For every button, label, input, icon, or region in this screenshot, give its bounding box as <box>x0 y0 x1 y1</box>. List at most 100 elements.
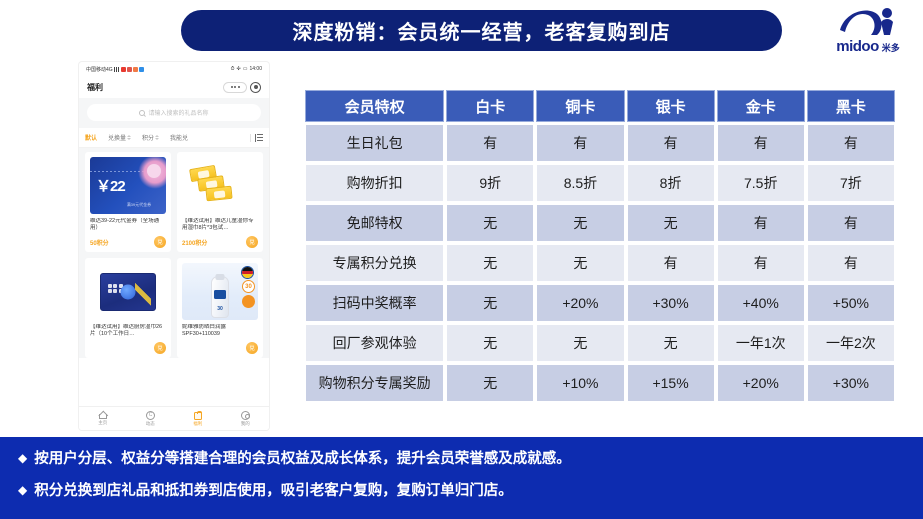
midoo-logo-icon <box>840 8 893 35</box>
user-icon <box>240 410 250 420</box>
tab-redeemable[interactable]: 我能兑 <box>170 133 188 142</box>
kitchen-wipes-art <box>99 272 157 311</box>
table-header-cell: 会员特权 <box>305 90 445 122</box>
tab-exchange-volume[interactable]: 兑换量 <box>108 133 132 142</box>
nav-item-welfare[interactable]: 福利 <box>193 411 203 427</box>
row-value: 9折 <box>446 164 535 202</box>
row-feature: 专属积分兑换 <box>305 244 445 282</box>
row-value: 有 <box>446 124 535 162</box>
row-value: +20% <box>716 364 805 402</box>
gift-card[interactable]: 30 30 妮维雅防晒白润露SPF30+110039 兑 <box>177 258 263 358</box>
gift-image <box>90 263 166 320</box>
bullet-text: 按用户分层、权益分等搭建合理的会员权益及成长体系，提升会员荣誉感及成就感。 <box>34 451 571 467</box>
redeem-button[interactable]: 兑 <box>154 236 166 248</box>
nav-label: 主页 <box>98 420 108 425</box>
row-value: 无 <box>536 324 625 362</box>
nav-label: 我的 <box>240 420 250 426</box>
redeem-button[interactable]: 兑 <box>246 236 258 248</box>
tab-points[interactable]: 积分 <box>142 133 160 142</box>
sunscreen-art: 30 30 <box>182 263 258 320</box>
app-badge-icon <box>120 66 126 72</box>
row-value: 无 <box>446 324 535 362</box>
tab-default[interactable]: 默认 <box>85 133 97 142</box>
row-value: 无 <box>626 324 715 362</box>
row-value: 无 <box>626 204 715 242</box>
promo-badge <box>242 295 255 308</box>
table-header-cell: 银卡 <box>626 90 715 122</box>
bullet-text: 积分兑换到店礼品和抵扣券到店使用，吸引老客户复购，复购订单归门店。 <box>34 483 513 500</box>
row-feature: 生日礼包 <box>305 124 445 162</box>
gift-title: 维达39-22元代金券（全场通用） <box>90 218 160 232</box>
layout-toggle-icon[interactable] <box>255 133 263 142</box>
nav-label: 动态 <box>145 420 155 426</box>
redeem-button[interactable]: 兑 <box>246 342 258 354</box>
sort-caret-icon <box>155 135 160 140</box>
row-value: 无 <box>446 284 535 322</box>
redeem-button[interactable]: 兑 <box>154 342 166 354</box>
row-value: +50% <box>806 284 895 322</box>
row-value: +20% <box>536 284 625 322</box>
gift-title: 【维达试用】维达厨房湿巾26片（10个工作日… <box>90 324 163 338</box>
spf-badge: 30 <box>242 280 255 293</box>
home-icon <box>98 414 107 419</box>
gift-card-grid: ￥22 满39元代金券 维达39-22元代金券（全场通用） 50积分 兑 【维达… <box>79 148 269 358</box>
brand-logo: midoo 米多 <box>827 4 909 62</box>
gift-card[interactable]: ￥22 满39元代金券 维达39-22元代金券（全场通用） 50积分 兑 <box>85 152 171 252</box>
germany-flag-icon <box>241 266 254 279</box>
row-value: 有 <box>716 124 805 162</box>
row-value: 有 <box>626 244 715 282</box>
app-badge-icon <box>132 66 138 72</box>
table-header-cell: 黑卡 <box>806 90 895 122</box>
bullet-item: ◆ 积分兑换到店礼品和抵扣券到店使用，吸引老客户复购，复购订单归门店。 <box>18 482 905 500</box>
phone-status-bar: 中国移动4G ⏱ ✣ ▭ 14:00 <box>79 62 269 76</box>
table-header-cell: 金卡 <box>716 90 805 122</box>
search-zone: 请输入搜索的礼品名称 <box>79 98 269 128</box>
gift-title: 【维达试用】维达儿童湿你专用湿巾8片*3包试… <box>182 218 254 232</box>
row-feature: 购物积分专属奖励 <box>305 364 445 402</box>
gift-points: 50积分 <box>90 240 109 247</box>
gift-title: 妮维雅防晒白润露SPF30+110039 <box>182 324 227 338</box>
more-menu-button[interactable] <box>223 81 247 93</box>
row-value: 有 <box>626 124 715 162</box>
table-header-row: 会员特权 白卡 铜卡 银卡 金卡 黑卡 <box>305 90 895 122</box>
slide-title-banner: 深度粉销：会员统一经营，老客复购到店 <box>181 10 782 51</box>
gift-icon <box>193 411 203 420</box>
row-value: +40% <box>716 284 805 322</box>
row-value: 无 <box>446 364 535 402</box>
logo-text-en: midoo <box>836 38 879 55</box>
row-value: 无 <box>536 244 625 282</box>
bullet-item: ◆ 按用户分层、权益分等搭建合理的会员权益及成长体系，提升会员荣誉感及成就感。 <box>18 450 905 468</box>
app-title: 福利 <box>87 82 103 92</box>
row-value: 有 <box>806 244 895 282</box>
coupon-subtitle: 满39元代金券 <box>126 202 152 207</box>
signal-icon <box>113 66 120 72</box>
nav-item-activity[interactable]: 动态 <box>145 410 155 427</box>
diamond-bullet-icon: ◆ <box>18 451 28 465</box>
battery-icon: ▭ <box>242 66 248 72</box>
row-value: +30% <box>806 364 895 402</box>
logo-text-cn: 米多 <box>881 43 900 53</box>
table-row: 扫码中奖概率 无 +20% +30% +40% +50% <box>305 284 895 322</box>
close-miniapp-icon[interactable] <box>250 81 261 93</box>
search-placeholder-text: 请输入搜索的礼品名称 <box>148 111 209 117</box>
summary-band: ◆ 按用户分层、权益分等搭建合理的会员权益及成长体系，提升会员荣誉感及成就感。 … <box>0 437 923 519</box>
table-header-cell: 铜卡 <box>536 90 625 122</box>
sort-caret-icon <box>127 135 132 140</box>
gift-image <box>182 157 258 214</box>
table-row: 购物折扣 9折 8.5折 8折 7.5折 7折 <box>305 164 895 202</box>
row-value: 有 <box>716 204 805 242</box>
tab-label: 默认 <box>85 136 98 142</box>
nav-item-profile[interactable]: 我的 <box>240 410 250 427</box>
gift-card[interactable]: 【维达试用】维达儿童湿你专用湿巾8片*3包试… 2100积分 兑 <box>177 152 263 252</box>
row-feature: 免邮特权 <box>305 204 445 242</box>
app-badge-icon <box>138 66 144 72</box>
gift-card[interactable]: 【维达试用】维达厨房湿巾26片（10个工作日… 兑 <box>85 258 171 358</box>
app-badge-icon <box>126 66 132 72</box>
phone-mockup: 中国移动4G ⏱ ✣ ▭ 14:00 福利 请输入搜索的礼品名称 默认 兑换量 … <box>79 62 269 430</box>
table-header-cell: 白卡 <box>446 90 535 122</box>
tab-label: 兑换量 <box>108 136 127 142</box>
search-input[interactable]: 请输入搜索的礼品名称 <box>87 104 261 121</box>
row-value: +10% <box>536 364 625 402</box>
row-value: 7折 <box>806 164 895 202</box>
nav-item-home[interactable]: 主页 <box>98 411 107 426</box>
